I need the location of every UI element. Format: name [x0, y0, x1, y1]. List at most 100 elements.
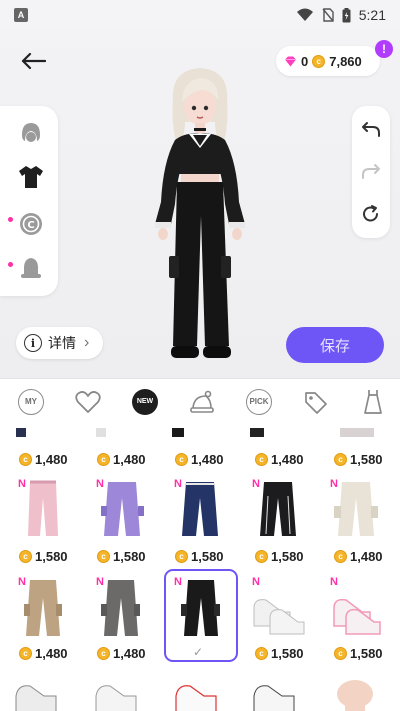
item-thumbnail — [95, 685, 137, 711]
tab-hats[interactable] — [187, 387, 217, 417]
bell-icon — [21, 258, 41, 278]
coin-icon: c — [255, 647, 268, 660]
item-price: c 1,580 — [334, 452, 383, 467]
hair-icon — [22, 123, 40, 142]
details-label: 详情 — [48, 335, 76, 351]
details-button[interactable]: i 详情 › — [16, 327, 103, 359]
item-thumbnail — [175, 685, 217, 711]
item-thumbnail — [253, 685, 295, 711]
row3-thumbnails — [15, 680, 373, 711]
outfit-category-panel: C — [0, 106, 58, 296]
item-grid: c 1,480 c 1,480 c 1,480 c 1,480 c 1,580 N N N… — [0, 424, 400, 711]
new-indicator-dot — [8, 217, 13, 222]
item-price: c 1,480 — [19, 452, 68, 467]
item-thumbnail — [101, 482, 144, 536]
battery-icon — [342, 7, 351, 22]
svg-text:C: C — [27, 220, 34, 231]
coin-icon: c — [334, 647, 347, 660]
item-thumbnail — [340, 428, 374, 437]
item-thumbnail — [253, 599, 305, 635]
coin-icon: c — [175, 453, 188, 466]
clock: 5:21 — [358, 7, 386, 23]
item-filter-tabs: MY NEW PICK — [0, 378, 400, 424]
undo-button[interactable] — [359, 118, 383, 142]
redo-icon — [362, 164, 380, 179]
coin-icon: c — [334, 453, 347, 466]
row2-thumbnails — [24, 580, 381, 636]
item-thumbnail — [250, 428, 264, 437]
gem-icon — [285, 56, 296, 66]
item-price: c 1,580 — [19, 549, 68, 564]
item-price: c 1,580 — [255, 549, 304, 564]
tab-tags[interactable] — [301, 387, 331, 417]
wifi-icon — [296, 8, 313, 21]
tab-pick[interactable]: PICK — [244, 387, 274, 417]
back-button[interactable] — [16, 46, 50, 76]
item-thumbnail — [181, 580, 220, 636]
gem-count: 0 — [301, 53, 309, 69]
shirt-icon — [19, 166, 43, 188]
dress-icon — [364, 389, 382, 414]
item-thumbnail — [24, 580, 62, 636]
arrow-left-icon — [21, 52, 46, 70]
new-indicator-dot — [8, 262, 13, 267]
tab-outfits[interactable] — [358, 387, 388, 417]
item-thumbnail — [333, 598, 381, 635]
item-thumbnail — [16, 428, 26, 437]
item-thumbnail — [260, 482, 296, 536]
row1-thumbnails — [28, 480, 378, 536]
edit-actions-panel — [352, 106, 390, 238]
currency-display[interactable]: 0 c 7,860 — [276, 46, 380, 76]
check-icon: ✓ — [193, 645, 204, 659]
item-price: c 1,480 — [255, 452, 304, 467]
new-label: NEW — [132, 388, 158, 415]
reset-button[interactable] — [359, 202, 383, 226]
item-thumbnail — [337, 680, 373, 711]
item-thumbnail — [15, 685, 57, 711]
item-price: c 1,580 — [175, 549, 224, 564]
tag-icon — [305, 391, 327, 414]
accessory-icon: C — [20, 213, 42, 235]
item-thumbnail — [334, 482, 378, 536]
item-thumbnail — [28, 480, 58, 536]
my-label: MY — [18, 388, 44, 415]
info-icon: i — [24, 334, 42, 352]
coin-icon: c — [255, 550, 268, 563]
save-button[interactable]: 保存 — [286, 327, 384, 363]
chevron-right-icon: › — [84, 334, 90, 351]
coin-icon: c — [175, 550, 188, 563]
app-notification-icon: A — [14, 8, 28, 22]
item-thumbnail — [96, 428, 106, 437]
clothing-category-button[interactable] — [14, 160, 48, 194]
coin-icon: c — [97, 647, 110, 660]
effects-category-button[interactable] — [14, 252, 48, 286]
item-price: c 1,580 — [255, 646, 304, 661]
coin-icon: c — [19, 550, 32, 563]
item-thumbnail — [182, 482, 218, 536]
heart-icon — [75, 390, 101, 413]
status-bar: A 5:21 — [0, 0, 400, 30]
tab-favorites[interactable] — [73, 387, 103, 417]
pick-label: PICK — [246, 388, 272, 415]
item-price: c 1,480 — [97, 646, 146, 661]
item-thumbnail — [172, 428, 184, 437]
item-price: c 1,480 — [175, 452, 224, 467]
coin-icon: c — [19, 453, 32, 466]
tab-my[interactable]: MY — [16, 387, 46, 417]
accessory-category-button[interactable]: C — [14, 207, 48, 241]
coin-icon: c — [19, 647, 32, 660]
hair-category-button[interactable] — [14, 116, 48, 150]
coin-icon: c — [97, 453, 110, 466]
tab-new[interactable]: NEW — [130, 387, 160, 417]
avatar-figure[interactable] — [145, 66, 255, 366]
redo-button[interactable] — [359, 160, 383, 184]
coin-icon: c — [312, 54, 326, 68]
undo-icon — [362, 122, 380, 137]
coin-icon: c — [255, 453, 268, 466]
coin-icon: c — [97, 550, 110, 563]
item-price: c 1,480 — [334, 549, 383, 564]
coin-icon: c — [334, 550, 347, 563]
item-price: c 1,480 — [19, 646, 68, 661]
alert-badge[interactable]: ! — [375, 40, 393, 58]
item-price: c 1,580 — [97, 549, 146, 564]
